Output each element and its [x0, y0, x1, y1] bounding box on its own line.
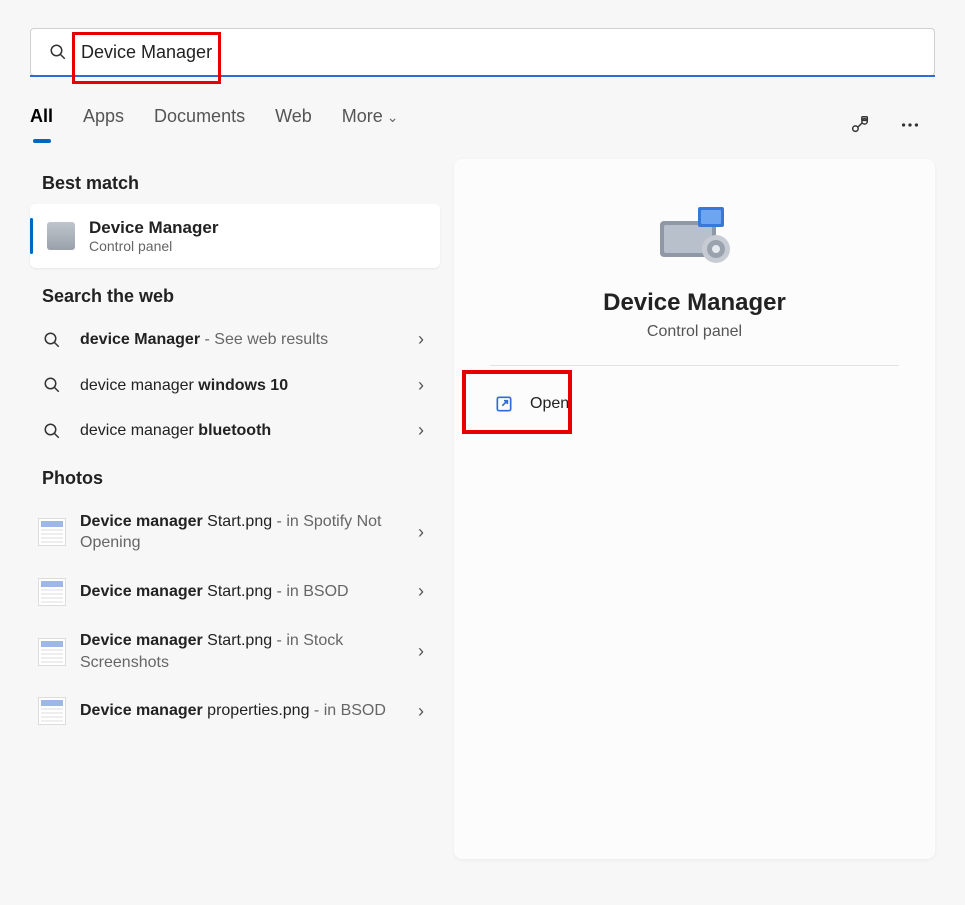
photo-thumb-icon — [38, 578, 66, 606]
search-icon — [38, 422, 66, 440]
chevron-right-icon: › — [410, 329, 432, 350]
photo-result-item[interactable]: Device manager Start.png - in BSOD › — [30, 566, 440, 618]
device-manager-large-icon — [650, 199, 740, 269]
open-label: Open — [530, 395, 569, 413]
photo-result-item[interactable]: Device manager Start.png - in Spotify No… — [30, 499, 440, 566]
photo-thumb-icon — [38, 638, 66, 666]
search-bar-container — [30, 28, 935, 76]
search-focus-underline — [30, 75, 935, 77]
web-result-text: device Manager - See web results — [80, 329, 410, 351]
section-photos-header: Photos — [42, 468, 440, 489]
search-window: All Apps Documents Web More⌄ Best match — [0, 0, 965, 905]
section-web-header: Search the web — [42, 286, 440, 307]
photo-result-text: Device manager Start.png - in BSOD — [80, 581, 410, 603]
tab-documents[interactable]: Documents — [154, 106, 245, 143]
photo-thumb-icon — [38, 518, 66, 546]
preview-column: Device Manager Control panel Open — [454, 159, 935, 859]
tab-web[interactable]: Web — [275, 106, 312, 143]
photo-result-text: Device manager Start.png - in Stock Scre… — [80, 630, 410, 673]
search-icon — [49, 43, 67, 61]
preview-pane: Device Manager Control panel Open — [454, 159, 935, 859]
search-icon — [38, 331, 66, 349]
results-column: Best match Device Manager Control panel … — [0, 159, 440, 859]
best-match-text: Device Manager Control panel — [89, 218, 218, 254]
tabs-row: All Apps Documents Web More⌄ — [30, 106, 935, 143]
tab-label: Web — [275, 106, 312, 126]
photo-result-text: Device manager properties.png - in BSOD — [80, 700, 410, 722]
preview-subtitle: Control panel — [490, 323, 899, 341]
chevron-right-icon: › — [410, 701, 432, 722]
more-icon[interactable] — [899, 114, 921, 136]
photo-result-item[interactable]: Device manager properties.png - in BSOD … — [30, 685, 440, 737]
web-result-item[interactable]: device manager windows 10 › — [30, 363, 440, 409]
open-external-icon — [494, 394, 514, 414]
chevron-right-icon: › — [410, 641, 432, 662]
selection-accent — [30, 218, 33, 254]
tabs-actions — [849, 114, 935, 136]
web-result-text: device manager windows 10 — [80, 375, 410, 397]
section-best-match-header: Best match — [42, 173, 440, 194]
chevron-right-icon: › — [410, 420, 432, 441]
tab-label: Documents — [154, 106, 245, 126]
divider — [490, 365, 899, 366]
chevron-down-icon: ⌄ — [387, 109, 399, 125]
tab-label: Apps — [83, 106, 124, 126]
device-manager-icon — [47, 222, 75, 250]
web-result-item[interactable]: device manager bluetooth › — [30, 408, 440, 454]
tab-all[interactable]: All — [30, 106, 53, 143]
photo-thumb-icon — [38, 697, 66, 725]
filter-tabs: All Apps Documents Web More⌄ — [30, 106, 399, 143]
chevron-right-icon: › — [410, 522, 432, 543]
share-icon[interactable] — [849, 114, 871, 136]
best-match-item[interactable]: Device Manager Control panel — [30, 204, 440, 268]
tab-apps[interactable]: Apps — [83, 106, 124, 143]
web-result-text: device manager bluetooth — [80, 420, 410, 442]
search-icon — [38, 376, 66, 394]
photo-result-item[interactable]: Device manager Start.png - in Stock Scre… — [30, 618, 440, 685]
search-bar[interactable] — [30, 28, 935, 76]
search-input[interactable] — [81, 42, 916, 63]
tab-label: More — [342, 106, 383, 126]
preview-title: Device Manager — [490, 289, 899, 317]
chevron-right-icon: › — [410, 581, 432, 602]
best-match-title: Device Manager — [89, 218, 218, 238]
tab-more[interactable]: More⌄ — [342, 106, 399, 143]
web-result-item[interactable]: device Manager - See web results › — [30, 317, 440, 363]
chevron-right-icon: › — [410, 375, 432, 396]
best-match-subtitle: Control panel — [89, 238, 218, 254]
photo-result-text: Device manager Start.png - in Spotify No… — [80, 511, 410, 554]
tab-label: All — [30, 106, 53, 126]
main-content: Best match Device Manager Control panel … — [0, 159, 965, 859]
open-button[interactable]: Open — [490, 384, 899, 424]
